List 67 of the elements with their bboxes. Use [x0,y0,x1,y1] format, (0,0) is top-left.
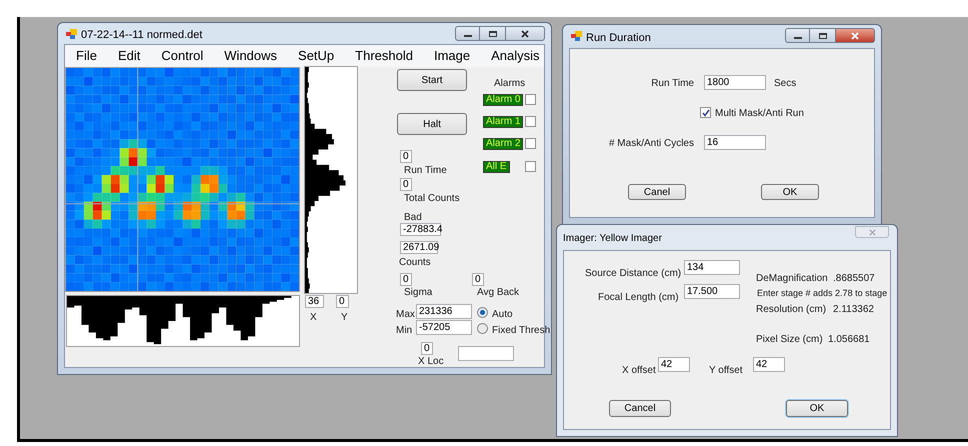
x-offset-label: X offset [622,364,656,378]
run-time-field[interactable]: 0 [400,150,412,163]
sigma-field[interactable]: 0 [400,273,412,286]
bad-label: Bad [404,211,422,225]
y-label: Y [341,311,348,325]
window-title: 07-22-14--11 normed.det [81,28,202,43]
window-title: Run Duration [586,31,651,46]
resolution-label: Resolution (cm) [756,303,826,317]
cycles-field[interactable]: 16 [704,135,766,150]
run-time-field[interactable]: 1800 [704,75,766,90]
radio-label: Fixed Thresh [492,324,550,338]
ok-button[interactable]: OK [786,400,848,417]
menu-item[interactable]: Image [434,46,470,66]
demagnification-value: .8685507 [833,272,875,286]
avg-back-label: Avg Back [477,286,520,300]
menu-item[interactable]: Control [161,46,204,66]
y-field[interactable]: 0 [336,295,349,308]
run-time-label: Run Time [651,77,694,91]
secs-label: Secs [774,77,796,91]
cancel-button[interactable]: Cancel [609,400,671,417]
counts-field[interactable]: 2671.09 [400,241,438,254]
bad-field[interactable]: -27883.4 [400,223,441,236]
window-title: Imager: Yellow Imager [563,232,662,246]
multi-run-label: Multi Mask/Anti Run [715,107,804,121]
x-field[interactable]: 36 [305,295,324,308]
x-label: X [310,311,317,325]
sigma-label: Sigma [404,286,432,300]
alarms-label: Alarms [494,77,526,91]
counts-label: Counts [399,256,431,270]
y-offset-label: Y offset [709,364,743,378]
alarm-indicator: Alarm 2 [483,138,524,150]
radio-label: Auto [492,308,513,322]
menu-item[interactable]: SetUp [298,46,334,66]
resolution-value: 2.113362 [833,303,874,317]
min-field[interactable]: -57205 [416,320,472,335]
focal-length-label: Focal Length (cm) [598,291,679,305]
halt-button[interactable]: Halt [397,113,467,135]
cancel-button[interactable]: Canel [628,184,686,200]
total-counts-field[interactable]: 0 [400,178,412,191]
max-field[interactable]: 231336 [416,304,472,319]
stage-note: Enter stage # adds 2.78 to stage [757,287,888,300]
y-offset-field[interactable]: 42 [753,357,785,372]
alarm-indicator: Alarm 0 [483,94,524,106]
total-counts-label: Total Counts [404,192,460,206]
focal-length-field[interactable]: 17.500 [684,284,740,299]
avg-back-field[interactable]: 0 [472,273,484,286]
source-distance-label: Source Distance (cm) [585,267,682,281]
menu-item[interactable]: Analysis [491,46,540,66]
ok-button[interactable]: OK [761,184,819,200]
pixel-size-value: 1.056681 [828,333,870,347]
x-loc-field[interactable]: 0 [421,342,433,355]
run-time-label: Run Time [404,164,447,178]
start-button[interactable]: Start [397,69,467,91]
x-loc-label: X Loc [418,355,444,369]
menu-item[interactable]: Windows [224,46,278,66]
demagnification-label: DeMagnification [756,272,828,286]
menu-item[interactable]: File [76,46,97,66]
menu-item[interactable]: Threshold [355,46,413,66]
menu-item[interactable]: Edit [118,46,140,66]
cycles-label: # Mask/Anti Cycles [608,137,694,151]
min-label: Min [396,324,412,338]
pixel-size-label: Pixel Size (cm) [756,333,823,347]
alarm-indicator: All E [483,161,510,173]
max-label: Max [396,308,415,322]
source-distance-field[interactable]: 134 [684,260,740,275]
alarm-indicator: Alarm 1 [483,116,524,128]
x-offset-field[interactable]: 42 [658,357,690,372]
